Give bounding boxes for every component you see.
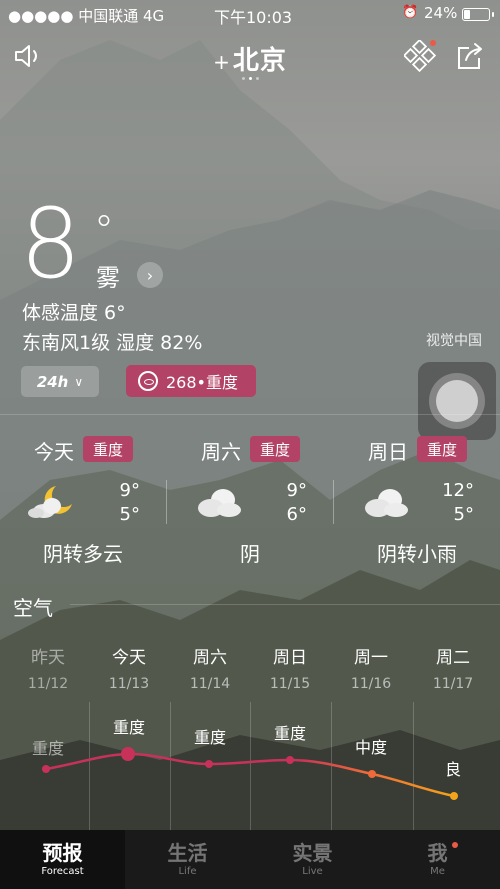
city-name[interactable]: +北京	[200, 40, 300, 77]
moon-cloud-icon	[28, 486, 72, 518]
share-button[interactable]	[450, 38, 490, 74]
forecast-day-sat[interactable]: 周六 重度 9° 6° 阴	[167, 432, 333, 572]
aqi-label: 268•重度	[166, 373, 238, 392]
air-weekday: 昨天	[31, 648, 65, 668]
forecast-day-label: 周日	[368, 440, 408, 464]
clock: 下午10:03	[214, 8, 293, 27]
tab-sublabel: Me	[430, 866, 445, 877]
air-day-column[interactable]: 周六 11/14	[170, 643, 250, 692]
tab-sublabel: Life	[178, 866, 197, 877]
forecast-desc: 阴	[240, 542, 260, 566]
air-weekday: 周日	[273, 648, 307, 668]
tab-forecast[interactable]: 预报 Forecast	[0, 830, 125, 889]
air-day-column[interactable]: 周二 11/17	[413, 643, 493, 692]
forecast-day-label: 周六	[201, 440, 241, 464]
speaker-icon	[15, 45, 37, 67]
aqi-point	[368, 770, 376, 778]
page-indicator	[200, 77, 300, 80]
page-dot	[241, 77, 245, 80]
divider	[70, 604, 500, 605]
air-day-column[interactable]: 周日 11/15	[250, 643, 330, 692]
air-weekday: 周六	[193, 648, 227, 668]
aqi-mask-icon	[138, 371, 158, 391]
air-section-title: 空气	[13, 596, 53, 620]
aqi-point	[450, 792, 458, 800]
air-day-column[interactable]: 今天 11/13	[89, 643, 169, 692]
air-weekday: 周二	[436, 648, 470, 668]
tab-label: 生活	[167, 841, 208, 865]
assistive-touch-button[interactable]	[418, 362, 496, 440]
low-temp: 5°	[119, 504, 140, 525]
high-temp: 12°	[442, 480, 474, 501]
high-temp: 9°	[119, 480, 140, 501]
current-temperature: 8	[20, 188, 82, 300]
air-weekday: 周一	[354, 648, 388, 668]
notification-dot	[430, 40, 436, 46]
air-day-column[interactable]: 昨天 11/12	[8, 643, 88, 692]
tab-live[interactable]: 实景 Live	[250, 830, 375, 889]
notification-dot	[452, 842, 458, 848]
tab-label: 实景	[292, 841, 333, 865]
aqi-trend-line	[45, 752, 455, 798]
battery-percent: 24%	[424, 4, 458, 22]
chevron-right-icon: ›	[146, 265, 154, 285]
tab-bar: 预报 Forecast 生活 Life 实景 Live 我 Me	[0, 830, 500, 889]
tab-label: 预报	[42, 841, 83, 865]
feels-like: 体感温度 6°	[22, 302, 126, 324]
tab-sublabel: Live	[302, 866, 323, 877]
tab-sublabel: Forecast	[41, 866, 84, 877]
divider	[0, 414, 500, 415]
chevron-down-icon: ∨	[74, 374, 84, 389]
tab-label: 我	[427, 841, 448, 865]
city-header[interactable]: +北京	[200, 40, 300, 80]
low-temp: 6°	[286, 504, 307, 525]
aqi-point	[205, 760, 213, 768]
aqi-trend-chart	[42, 747, 458, 800]
aqi-button[interactable]: 268•重度	[126, 365, 256, 397]
forecast-desc: 阴转多云	[43, 542, 123, 566]
add-city-icon[interactable]: +	[213, 50, 231, 74]
cloud-icon	[365, 489, 408, 517]
high-temp: 9°	[286, 480, 307, 501]
air-date: 11/15	[269, 676, 311, 692]
aqi-badge: 重度	[417, 436, 467, 462]
degree-symbol: °	[94, 208, 114, 254]
aqi-badge: 重度	[83, 436, 133, 462]
forecast-desc: 阴转小雨	[377, 542, 457, 566]
period-button[interactable]: 24h ∨	[21, 366, 99, 397]
forecast-day-today[interactable]: 今天 重度 9° 5° 阴转多云	[0, 432, 166, 572]
forecast-day-label: 今天	[34, 440, 74, 464]
aqi-point	[286, 756, 294, 764]
air-date: 11/14	[189, 676, 231, 692]
air-date: 11/16	[350, 676, 392, 692]
air-date: 11/17	[432, 676, 474, 692]
air-weekday: 今天	[112, 648, 146, 668]
aqi-point-selected	[121, 747, 135, 761]
cloud-icon	[198, 489, 241, 517]
aqi-badge: 重度	[250, 436, 300, 462]
tab-life[interactable]: 生活 Life	[125, 830, 250, 889]
aqi-point	[42, 765, 50, 773]
share-icon	[458, 43, 482, 69]
period-label: 24h	[36, 372, 69, 391]
detail-button[interactable]: ›	[137, 262, 163, 288]
alarm-icon: ⏰	[402, 5, 419, 20]
tab-me[interactable]: 我 Me	[375, 830, 500, 889]
low-temp: 5°	[453, 504, 474, 525]
air-date: 11/13	[108, 676, 150, 692]
air-date: 11/12	[27, 676, 69, 692]
page-dot	[248, 77, 252, 80]
battery-icon	[462, 8, 494, 21]
forecast-day-sun[interactable]: 周日 重度 12° 5° 阴转小雨	[334, 432, 500, 572]
speaker-button[interactable]	[8, 38, 48, 74]
city-label: 北京	[232, 46, 287, 76]
apps-button[interactable]	[400, 38, 440, 74]
page-dot	[255, 77, 259, 80]
photo-credit: 视觉中国	[426, 333, 482, 349]
current-condition: 雾	[96, 264, 120, 292]
status-bar: ●●●●● 中国联通 4G 下午10:03 ⏰ 24%	[0, 0, 500, 28]
carrier-label: ●●●●● 中国联通 4G	[8, 7, 165, 25]
wind-humidity: 东南风1级 湿度 82%	[22, 332, 203, 354]
air-day-column[interactable]: 周一 11/16	[331, 643, 411, 692]
